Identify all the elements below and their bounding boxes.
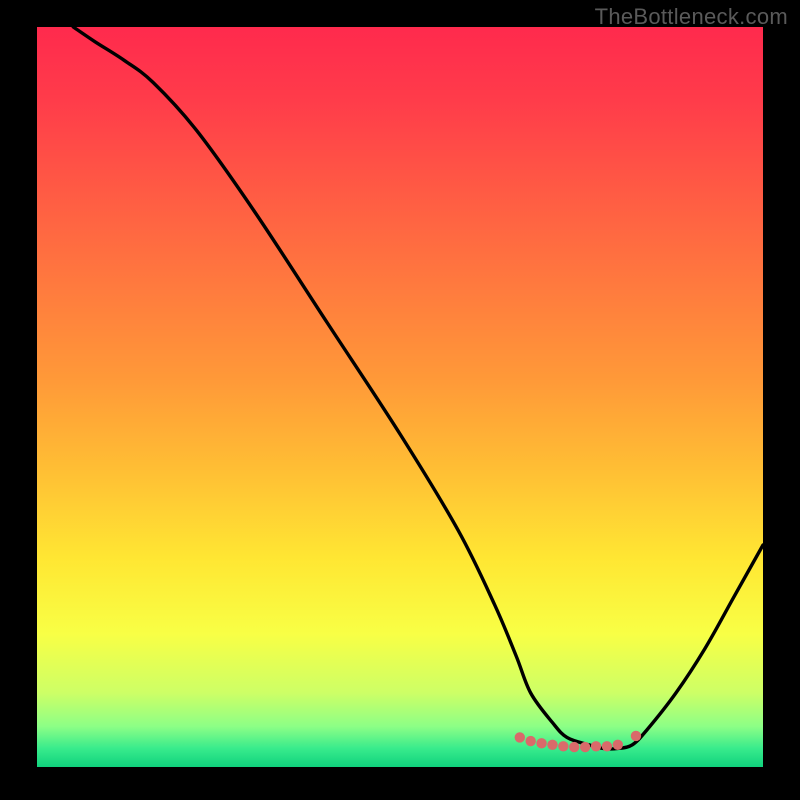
marker-dot: [631, 731, 641, 741]
marker-dot: [536, 738, 546, 748]
marker-dot: [569, 742, 579, 752]
marker-dot: [558, 741, 568, 751]
plot-area: [37, 27, 763, 767]
marker-dot: [591, 741, 601, 751]
marker-dot: [515, 732, 525, 742]
gradient-background: [37, 27, 763, 767]
marker-dot: [580, 742, 590, 752]
bottleneck-chart: [37, 27, 763, 767]
watermark-text: TheBottleneck.com: [595, 4, 788, 30]
marker-dot: [613, 740, 623, 750]
marker-dot: [602, 741, 612, 751]
chart-frame: TheBottleneck.com: [0, 0, 800, 800]
marker-dot: [547, 740, 557, 750]
marker-dot: [525, 736, 535, 746]
